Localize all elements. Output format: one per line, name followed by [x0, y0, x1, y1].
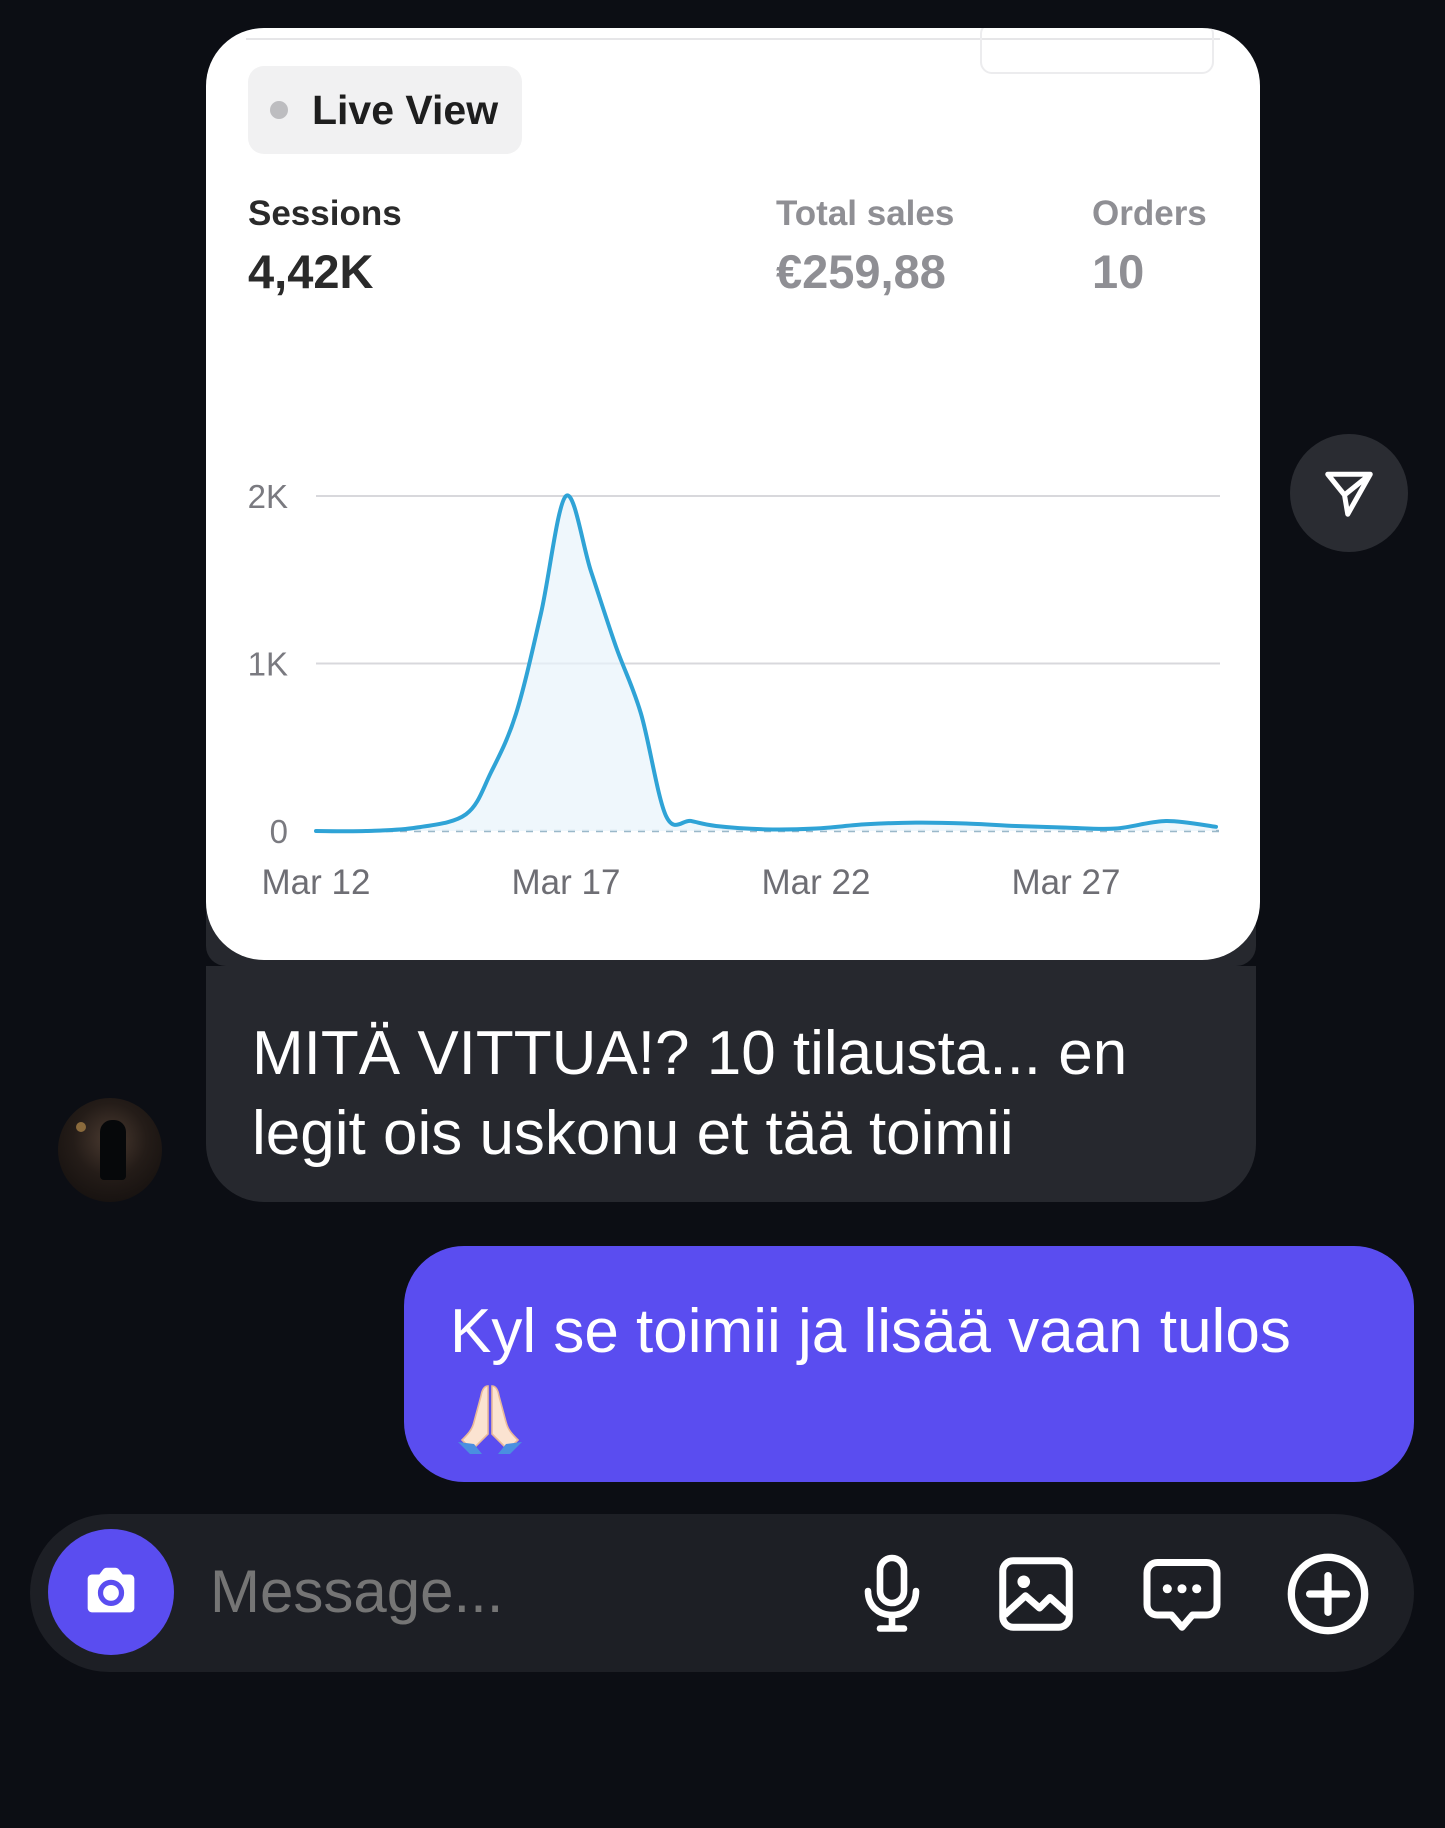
camera-button[interactable]	[48, 1529, 174, 1655]
message-composer	[30, 1514, 1414, 1672]
outgoing-message-text: Kyl se toimii ja lisää vaan tulos	[450, 1297, 1291, 1366]
x-tick-label: Mar 12	[262, 863, 371, 902]
y-tick-label: 1K	[248, 646, 288, 683]
avatar[interactable]	[58, 1098, 162, 1202]
camera-icon	[87, 1567, 135, 1613]
x-tick-label: Mar 22	[762, 863, 871, 902]
chat-bubble-icon	[1143, 1559, 1221, 1631]
shared-analytics-card[interactable]: Live View Sessions 4,42K Total sales €25…	[206, 28, 1260, 960]
x-tick-label: Mar 27	[1012, 863, 1121, 902]
plus-circle-icon	[1287, 1553, 1369, 1635]
avatar-light	[76, 1122, 86, 1132]
microphone-button[interactable]	[844, 1546, 940, 1642]
image-icon	[999, 1557, 1073, 1631]
add-button[interactable]	[1280, 1546, 1376, 1642]
send-icon	[1325, 471, 1373, 517]
sessions-chart: 0 1K 2K Mar 12 Mar 17 Mar 22 Mar 27	[248, 478, 1220, 902]
sticker-button[interactable]	[1134, 1546, 1230, 1642]
incoming-message-bubble[interactable]: MITÄ VITTUA!? 10 tilausta... en legit oi…	[206, 966, 1256, 1202]
incoming-message-text: MITÄ VITTUA!? 10 tilausta... en legit oi…	[252, 1019, 1128, 1168]
share-button[interactable]	[1290, 434, 1408, 552]
folded-hands-emoji	[458, 1385, 522, 1454]
y-tick-label: 0	[270, 813, 288, 850]
outgoing-message-bubble[interactable]: Kyl se toimii ja lisää vaan tulos	[404, 1246, 1414, 1482]
gallery-button[interactable]	[988, 1546, 1084, 1642]
microphone-icon	[864, 1554, 920, 1632]
x-tick-label: Mar 17	[512, 863, 621, 902]
message-input[interactable]	[208, 1556, 772, 1627]
y-tick-label: 2K	[248, 478, 288, 515]
avatar-figure	[100, 1120, 126, 1180]
